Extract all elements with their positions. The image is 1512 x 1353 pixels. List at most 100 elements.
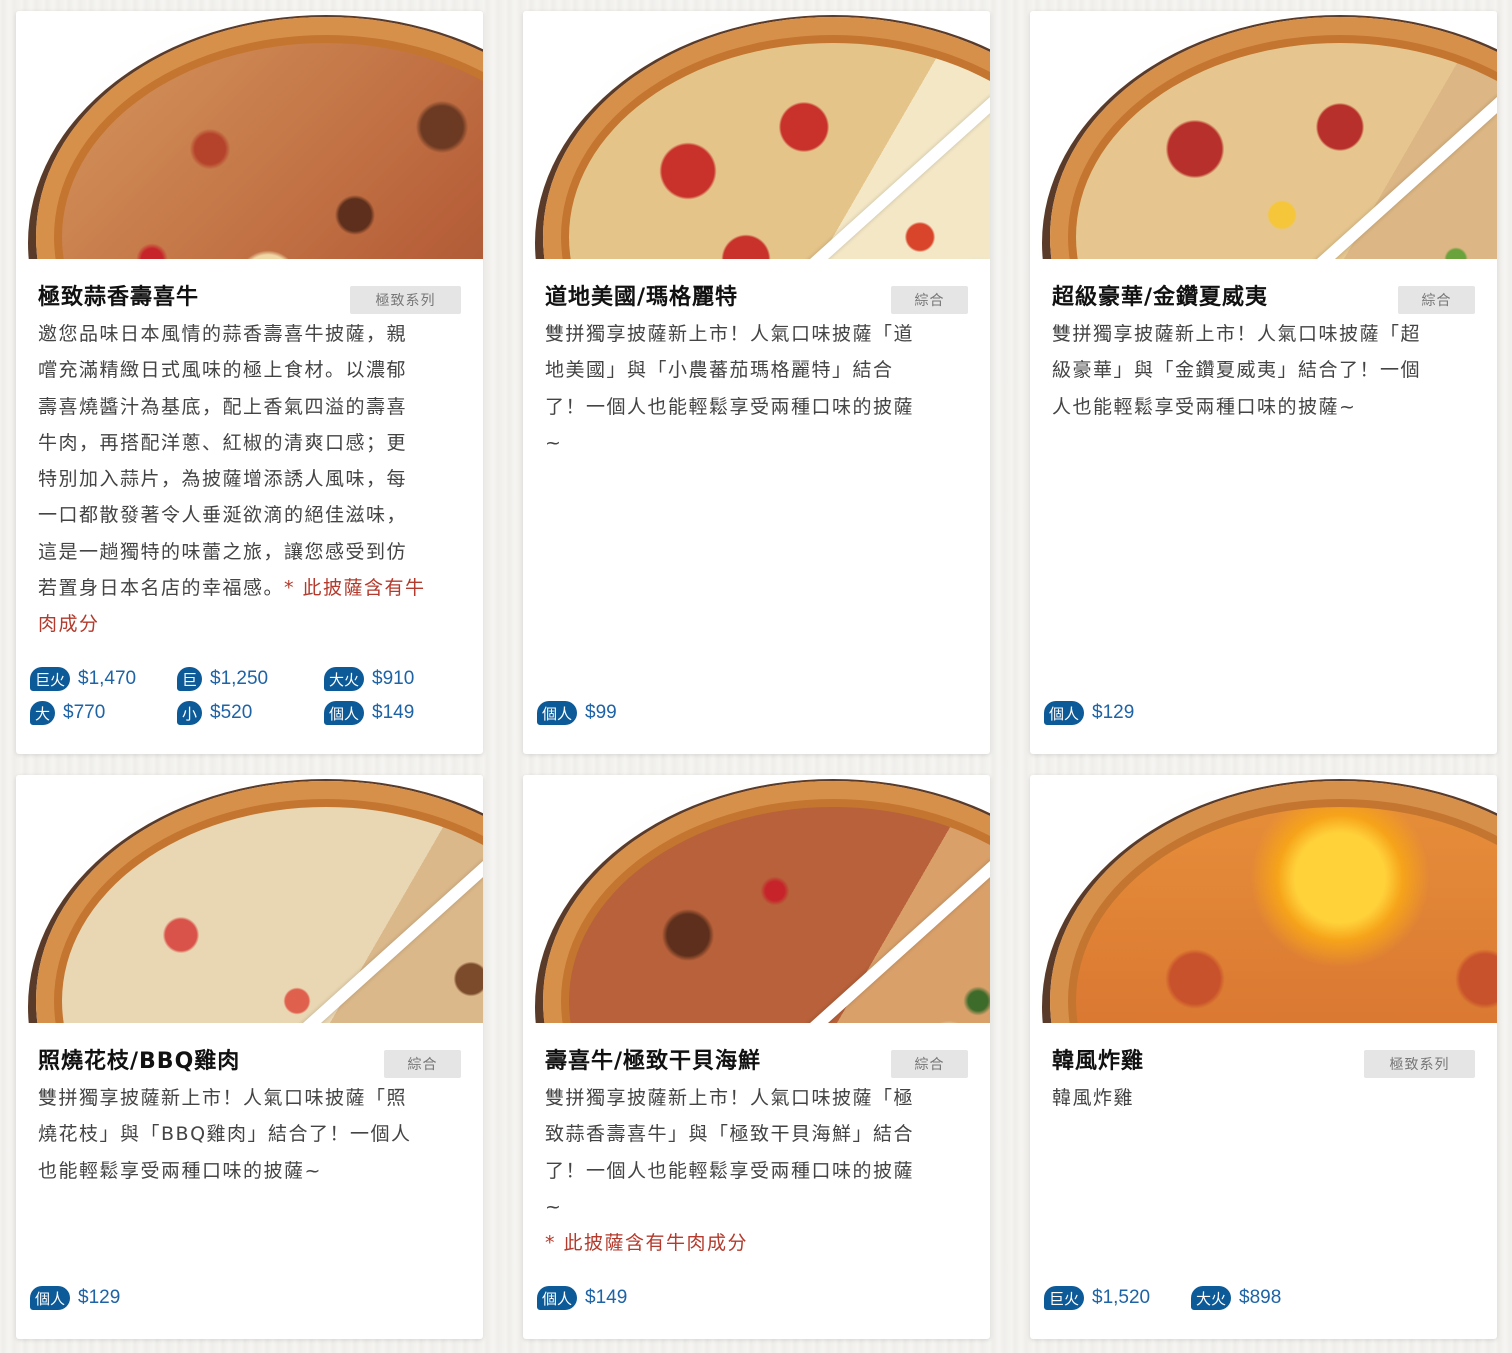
product-title[interactable]: 照燒花枝/BBQ雞肉 <box>38 1043 240 1075</box>
size-badge: 個人 <box>537 1286 578 1310</box>
price-value: $910 <box>372 668 415 689</box>
product-title[interactable]: 極致蒜香壽喜牛 <box>38 279 199 311</box>
desc-line: 級豪華」與「金鑽夏威夷」結合了！一個 <box>1052 359 1422 382</box>
product-card[interactable]: 極致蒜香壽喜牛 極致系列 邀您品味日本風情的蒜香壽喜牛披薩，親 嚐充滿精緻日式風… <box>16 11 483 754</box>
desc-line: 了！一個人也能輕鬆享受兩種口味的披薩 <box>545 1159 915 1182</box>
desc-line: 雙拼獨享披薩新上市！人氣口味披薩「超 <box>1052 323 1422 345</box>
product-description: 邀您品味日本風情的蒜香壽喜牛披薩，親 嚐充滿精緻日式風味的極上食材。以濃郁 壽喜… <box>38 316 463 643</box>
price-option[interactable]: 個人 $149 <box>537 1286 627 1310</box>
price-option[interactable]: 大火 $910 <box>324 667 414 691</box>
size-badge: 巨火 <box>30 667 71 691</box>
category-tag: 極致系列 <box>350 286 461 314</box>
price-value: $1,470 <box>78 668 137 689</box>
desc-line: 特別加入蒜片，為披薩增添誘人風味，每 <box>38 468 408 491</box>
price-option[interactable]: 個人 $129 <box>30 1286 120 1310</box>
price-value: $149 <box>585 1287 628 1308</box>
category-tag: 綜合 <box>1398 286 1475 314</box>
product-card[interactable]: 韓風炸雞 極致系列 韓風炸雞 巨火 $1,520 大火 $898 <box>1030 775 1497 1339</box>
price-option[interactable]: 個人 $99 <box>537 701 617 725</box>
category-tag: 綜合 <box>891 1050 968 1078</box>
desc-line: 致蒜香壽喜牛」與「極致干貝海鮮」結合 <box>545 1123 915 1146</box>
price-value: $129 <box>78 1287 121 1308</box>
product-title[interactable]: 超級豪華/金鑽夏威夷 <box>1052 279 1268 311</box>
size-badge: 大火 <box>1191 1286 1232 1310</box>
price-option[interactable]: 個人 $149 <box>324 701 414 725</box>
price-value: $520 <box>210 702 253 723</box>
pizza-photo[interactable] <box>523 775 990 1023</box>
desc-line: 也能輕鬆享受兩種口味的披薩~ <box>38 1159 322 1182</box>
desc-line: 燒花枝」與「BBQ雞肉」結合了！一個人 <box>38 1123 412 1146</box>
desc-line: ~ <box>545 431 563 454</box>
size-badge: 大火 <box>324 667 365 691</box>
size-badge: 個人 <box>324 701 365 725</box>
desc-line: 地美國」與「小農蕃茄瑪格麗特」結合 <box>545 359 894 382</box>
product-description: 雙拼獨享披薩新上市！人氣口味披薩「超 級豪華」與「金鑽夏威夷」結合了！一個 人也… <box>1052 316 1477 425</box>
product-description: 韓風炸雞 <box>1052 1080 1477 1116</box>
price-value: $1,520 <box>1092 1287 1151 1308</box>
beef-warning: * 此披薩含有牛 <box>284 577 426 600</box>
product-description: 雙拼獨享披薩新上市！人氣口味披薩「極 致蒜香壽喜牛」與「極致干貝海鮮」結合 了！… <box>545 1080 970 1261</box>
product-title[interactable]: 壽喜牛/極致干貝海鮮 <box>545 1043 761 1075</box>
size-badge: 小 <box>177 701 203 725</box>
desc-line: 人也能輕鬆享受兩種口味的披薩~ <box>1052 395 1357 418</box>
desc-line: 若置身日本名店的幸福感。* 此披薩含有牛 <box>38 570 463 606</box>
desc-line: 雙拼獨享披薩新上市！人氣口味披薩「照 <box>38 1087 408 1109</box>
product-card[interactable]: 壽喜牛/極致干貝海鮮 綜合 雙拼獨享披薩新上市！人氣口味披薩「極 致蒜香壽喜牛」… <box>523 775 990 1339</box>
desc-line: 牛肉，再搭配洋蔥、紅椒的清爽口感；更 <box>38 431 408 454</box>
pizza-image <box>1050 781 1497 1023</box>
price-option[interactable]: 大火 $898 <box>1191 1286 1281 1310</box>
price-value: $770 <box>63 702 106 723</box>
size-badge: 巨火 <box>1044 1286 1085 1310</box>
price-option[interactable]: 巨火 $1,470 <box>30 667 136 691</box>
desc-line: 一口都散發著令人垂涎欲滴的絕佳滋味， <box>38 504 408 527</box>
beef-warning-cont: 肉成分 <box>38 613 100 636</box>
pizza-photo[interactable] <box>16 775 483 1023</box>
desc-line: 這是一趟獨特的味蕾之旅，讓您感受到仿 <box>38 540 408 563</box>
price-option[interactable]: 小 $520 <box>177 701 252 725</box>
pizza-image <box>36 17 483 259</box>
product-title[interactable]: 韓風炸雞 <box>1052 1043 1144 1075</box>
pizza-photo[interactable] <box>1030 775 1497 1023</box>
size-badge: 個人 <box>30 1286 71 1310</box>
price-value: $129 <box>1092 702 1135 723</box>
size-badge: 大 <box>30 701 56 725</box>
product-card[interactable]: 照燒花枝/BBQ雞肉 綜合 雙拼獨享披薩新上市！人氣口味披薩「照 燒花枝」與「B… <box>16 775 483 1339</box>
price-option[interactable]: 巨 $1,250 <box>177 667 268 691</box>
desc-line: ~ <box>545 1195 563 1218</box>
desc-tail: 若置身日本名店的幸福感。 <box>38 577 285 600</box>
desc-line: 嚐充滿精緻日式風味的極上食材。以濃郁 <box>38 359 408 382</box>
price-option[interactable]: 大 $770 <box>30 701 105 725</box>
category-tag: 綜合 <box>891 286 968 314</box>
price-value: $99 <box>585 702 617 723</box>
category-tag: 綜合 <box>384 1050 461 1078</box>
pizza-image <box>543 781 990 1023</box>
pizza-image <box>1050 17 1497 259</box>
price-option[interactable]: 個人 $129 <box>1044 701 1134 725</box>
size-badge: 巨 <box>177 667 203 691</box>
desc-line: 韓風炸雞 <box>1052 1087 1135 1109</box>
product-card[interactable]: 道地美國/瑪格麗特 綜合 雙拼獨享披薩新上市！人氣口味披薩「道 地美國」與「小農… <box>523 11 990 754</box>
category-tag: 極致系列 <box>1364 1050 1475 1078</box>
beef-warning: * 此披薩含有牛肉成分 <box>545 1232 749 1255</box>
product-card[interactable]: 超級豪華/金鑽夏威夷 綜合 雙拼獨享披薩新上市！人氣口味披薩「超 級豪華」與「金… <box>1030 11 1497 754</box>
pizza-image <box>36 781 483 1023</box>
pizza-photo[interactable] <box>523 11 990 259</box>
desc-line: 雙拼獨享披薩新上市！人氣口味披薩「道 <box>545 323 915 345</box>
pizza-photo[interactable] <box>16 11 483 259</box>
desc-line: 邀您品味日本風情的蒜香壽喜牛披薩，親 <box>38 323 408 345</box>
product-title[interactable]: 道地美國/瑪格麗特 <box>545 279 738 311</box>
pizza-photo[interactable] <box>1030 11 1497 259</box>
price-value: $898 <box>1239 1287 1282 1308</box>
desc-line: 雙拼獨享披薩新上市！人氣口味披薩「極 <box>545 1087 915 1109</box>
size-badge: 個人 <box>1044 701 1085 725</box>
desc-line: 壽喜燒醬汁為基底，配上香氣四溢的壽喜 <box>38 395 408 418</box>
price-value: $1,250 <box>210 668 269 689</box>
desc-line: 了！一個人也能輕鬆享受兩種口味的披薩 <box>545 395 915 418</box>
price-option[interactable]: 巨火 $1,520 <box>1044 1286 1150 1310</box>
size-badge: 個人 <box>537 701 578 725</box>
product-description: 雙拼獨享披薩新上市！人氣口味披薩「照 燒花枝」與「BBQ雞肉」結合了！一個人 也… <box>38 1080 463 1189</box>
pizza-image <box>543 17 990 259</box>
price-value: $149 <box>372 702 415 723</box>
product-grid: 極致蒜香壽喜牛 極致系列 邀您品味日本風情的蒜香壽喜牛披薩，親 嚐充滿精緻日式風… <box>16 11 1497 1339</box>
product-description: 雙拼獨享披薩新上市！人氣口味披薩「道 地美國」與「小農蕃茄瑪格麗特」結合 了！一… <box>545 316 970 461</box>
